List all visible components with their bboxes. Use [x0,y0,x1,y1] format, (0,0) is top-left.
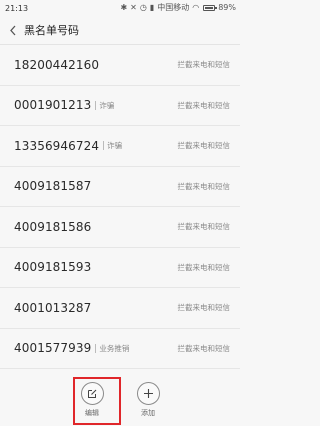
phone-number: 4001013287 [14,300,92,315]
blacklist-row[interactable]: 4001577939 业务推销 拦截来电和短信 [0,329,240,369]
battery-icon [203,5,218,11]
bluetooth-icon: ✱ [120,3,128,12]
status-time: 21:13 [5,3,29,13]
chevron-left-icon [10,25,16,35]
page-title: 黑名单号码 [24,24,79,37]
phone-number: 4009181593 [14,260,92,275]
status-icons: ✱ ✕ ◷ ▮ 中国移动 ◠ 89% [120,4,236,12]
tag-divider [95,343,97,353]
block-status: 拦截来电和短信 [177,60,231,70]
block-status: 拦截来电和短信 [177,141,231,151]
block-status: 拦截来电和短信 [177,343,231,353]
phone-number: 0001901213 [14,98,92,113]
block-status: 拦截来电和短信 [177,181,231,191]
tag-divider [103,141,105,151]
number-tag: 业务推销 [99,343,130,353]
tag-divider [95,100,97,110]
block-status: 拦截来电和短信 [177,262,231,272]
wifi-icon: ◠ [192,3,200,12]
back-button[interactable] [3,16,23,45]
mute-icon: ✕ [130,3,137,12]
block-status: 拦截来电和短信 [177,303,231,313]
phone-number: 18200442160 [14,57,100,72]
plus-icon [143,389,153,398]
blacklist-row[interactable]: 4009181593 拦截来电和短信 [0,248,240,288]
blacklist-row[interactable]: 0001901213 诈骗 拦截来电和短信 [0,86,240,126]
blacklist-row[interactable]: 4009181587 拦截来电和短信 [0,167,240,207]
phone-number: 4009181587 [14,179,92,194]
phone-number: 4009181586 [14,219,92,234]
block-status: 拦截来电和短信 [177,100,231,110]
add-button[interactable]: 添加 [131,382,165,426]
blacklist-row[interactable]: 4001013287 拦截来电和短信 [0,288,240,329]
highlight-box [73,377,121,425]
carrier-label: 中国移动 [157,3,190,12]
number-tag: 诈骗 [107,141,123,151]
phone-number: 13356946724 [14,138,100,153]
blacklist-row[interactable]: 13356946724 诈骗 拦截来电和短信 [0,126,240,167]
app-bar: 黑名单号码 [0,16,240,45]
phone-number: 4001577939 [14,341,92,356]
battery-percent: 89% [218,3,236,12]
blacklist-list: 18200442160 拦截来电和短信 0001901213 诈骗 拦截来电和短… [0,45,240,369]
status-bar: 21:13 ✱ ✕ ◷ ▮ 中国移动 ◠ 89% [0,0,240,16]
add-label: 添加 [141,409,155,417]
blacklist-row[interactable]: 4009181586 拦截来电和短信 [0,207,240,248]
number-tag: 诈骗 [99,100,115,110]
signal-icon: ▮ [149,3,155,12]
block-status: 拦截来电和短信 [177,222,231,232]
blacklist-row[interactable]: 18200442160 拦截来电和短信 [0,45,240,86]
add-circle [136,382,160,405]
alarm-icon: ◷ [139,3,147,12]
